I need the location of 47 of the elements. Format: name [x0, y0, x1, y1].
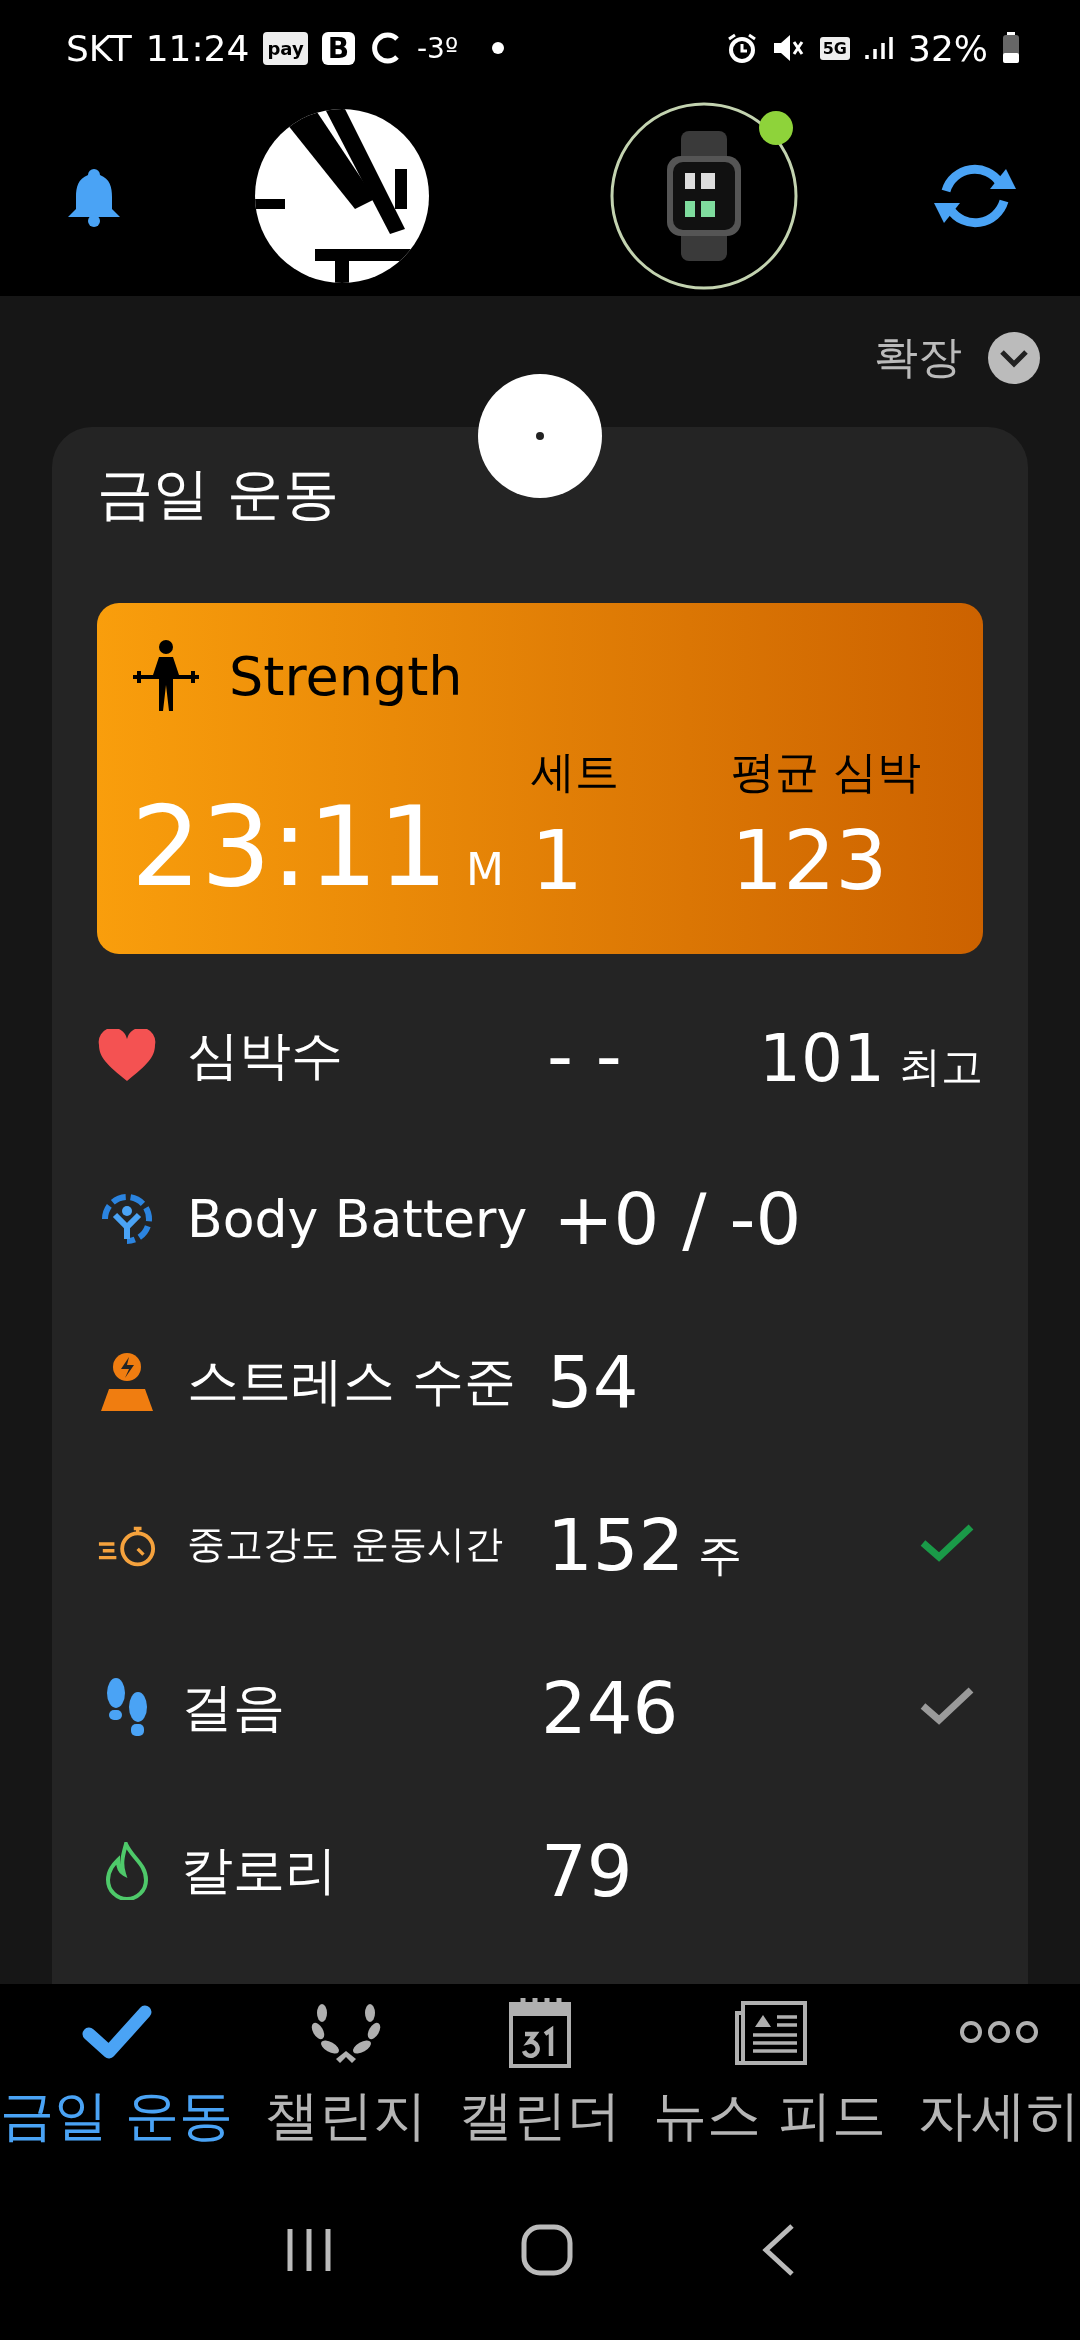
- metric-label: 스트레스 수준: [187, 1349, 517, 1413]
- watch-device-button[interactable]: [609, 101, 800, 291]
- metric-label: 칼로리: [181, 1838, 338, 1902]
- stat-label: 세트: [531, 745, 620, 799]
- status-time: 11:24: [145, 27, 250, 69]
- metric-value: 152: [547, 1502, 685, 1587]
- metric-label: Body Battery: [187, 1188, 528, 1249]
- pay-badge: pay: [263, 31, 308, 65]
- nav-tab[interactable]: 뉴스 피드: [652, 1991, 887, 2153]
- metric-value: 54: [547, 1339, 639, 1424]
- duration-value: 23:11: [131, 783, 448, 911]
- stat-label: 평균 심박: [731, 745, 922, 799]
- expand-button[interactable]: 확장: [874, 328, 1040, 387]
- duration-unit: M: [466, 844, 504, 895]
- metric-unit: 주: [698, 1527, 743, 1582]
- activity-name: Strength: [229, 644, 463, 708]
- nav-tab[interactable]: 캘린더: [459, 1991, 621, 2153]
- app-badge: B: [321, 31, 355, 65]
- stress-person-icon: [99, 1350, 155, 1413]
- battery-percent: 32%: [908, 27, 988, 69]
- activity-card[interactable]: Strength 23:11 M 세트 1 평균 심박 123: [97, 603, 983, 954]
- nav-tab[interactable]: 금일 운동: [0, 1991, 234, 2153]
- metric-label: 심박수: [187, 1023, 344, 1087]
- chevron-down-icon: [988, 331, 1040, 384]
- weightlifter-icon: [131, 639, 201, 713]
- nav-tab[interactable]: 자세히: [917, 1991, 1080, 2153]
- heart-icon: [97, 1028, 157, 1083]
- metric-label: 걸음: [181, 1675, 286, 1739]
- dot-icon: [492, 42, 505, 54]
- nav-tab[interactable]: 챌린지: [265, 1991, 428, 2153]
- carrier-text: SKT: [66, 27, 132, 69]
- mute-icon: [771, 32, 806, 64]
- metric-value: 79: [541, 1828, 633, 1913]
- stat-value: 1: [531, 820, 585, 902]
- metric-value: 246: [541, 1665, 679, 1750]
- max-value: 101: [759, 1019, 885, 1097]
- home-button[interactable]: [521, 2224, 573, 2276]
- temperature-text: -3º: [416, 31, 459, 65]
- flame-icon: [106, 1841, 148, 1900]
- metric-value: - -: [547, 1013, 622, 1098]
- stat-value: 123: [731, 820, 889, 902]
- battery-icon: [1002, 32, 1020, 64]
- network-badge: 5G: [819, 36, 850, 60]
- max-label: 최고: [899, 1040, 983, 1093]
- metric-label: 중고강도 운동시간: [187, 1521, 505, 1568]
- metric-value: +0 / -0: [553, 1176, 802, 1261]
- section-title: 금일 운동: [97, 460, 340, 528]
